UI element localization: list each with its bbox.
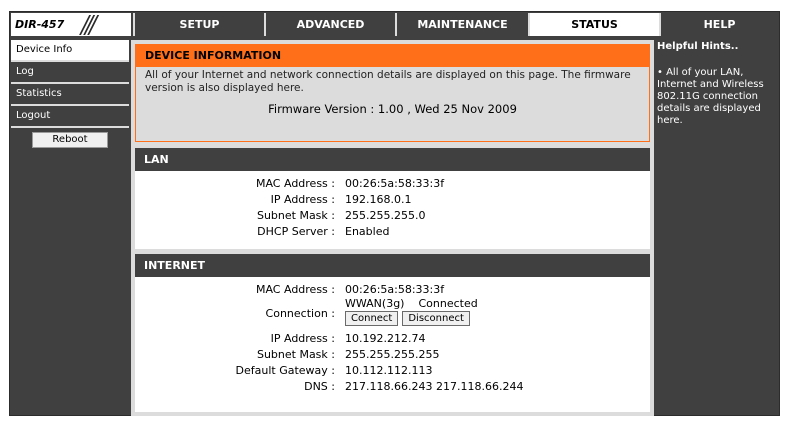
internet-row-gateway: Default Gateway : 10.112.112.113 (135, 363, 650, 379)
lan-row-subnet: Subnet Mask : 255.255.255.0 (135, 208, 650, 224)
internet-row-dns: DNS : 217.118.66.243 217.118.66.244 (135, 379, 650, 395)
internet-subnet-label: Subnet Mask : (256, 348, 335, 361)
internet-ip-value: 10.192.212.74 (345, 332, 426, 345)
internet-dns-label: DNS : (304, 380, 335, 393)
main-content: DEVICE INFORMATION All of your Internet … (131, 40, 654, 416)
sidebar-item-statistics[interactable]: Statistics (11, 84, 129, 106)
lan-subnet-value: 255.255.255.0 (345, 209, 426, 222)
connection-type: WWAN(3g) (345, 297, 405, 310)
sidebar: Device Info Log Statistics Logout Reboot (11, 40, 129, 148)
hints-title: Helpful Hints.. (657, 41, 739, 52)
sidebar-item-device-info[interactable]: Device Info (11, 40, 129, 62)
device-information-description: All of your Internet and network connect… (145, 69, 631, 94)
router-admin-frame: DIR-457 /// SETUP ADVANCED MAINTENANCE S… (9, 11, 780, 416)
connection-status: Connected (418, 297, 478, 310)
internet-title: INTERNET (135, 254, 650, 277)
lan-row-ip: IP Address : 192.168.0.1 (135, 192, 650, 208)
internet-subnet-value: 255.255.255.255 (345, 348, 440, 361)
firmware-version: Firmware Version : 1.00 , Wed 25 Nov 200… (268, 102, 517, 116)
device-information-title: DEVICE INFORMATION (136, 45, 649, 67)
tab-maintenance[interactable]: MAINTENANCE (395, 13, 528, 36)
lan-panel: LAN MAC Address : 00:26:5a:58:33:3f IP A… (135, 148, 650, 249)
lan-row-mac: MAC Address : 00:26:5a:58:33:3f (135, 176, 650, 192)
internet-connection-label: Connection : (265, 307, 335, 320)
disconnect-button[interactable]: Disconnect (402, 311, 470, 326)
tab-status[interactable]: STATUS (528, 13, 659, 36)
brand-logo: DIR-457 /// (11, 13, 131, 36)
internet-row-mac: MAC Address : 00:26:5a:58:33:3f (135, 282, 650, 298)
tab-advanced[interactable]: ADVANCED (264, 13, 395, 36)
device-information-panel: DEVICE INFORMATION All of your Internet … (135, 44, 650, 142)
lan-mac-label: MAC Address : (255, 177, 335, 190)
internet-gateway-value: 10.112.112.113 (345, 364, 433, 377)
lan-row-dhcp: DHCP Server : Enabled (135, 224, 650, 240)
helpful-hints-panel: Helpful Hints.. • All of your LAN, Inter… (656, 40, 779, 416)
sidebar-item-logout[interactable]: Logout (11, 106, 129, 128)
internet-row-ip: IP Address : 10.192.212.74 (135, 331, 650, 347)
tab-setup[interactable]: SETUP (133, 13, 264, 36)
top-tab-bar: SETUP ADVANCED MAINTENANCE STATUS HELP (133, 13, 778, 36)
internet-mac-value: 00:26:5a:58:33:3f (345, 283, 445, 296)
lan-dhcp-label: DHCP Server : (257, 225, 335, 238)
internet-gateway-label: Default Gateway : (235, 364, 335, 377)
lan-ip-label: IP Address : (270, 193, 335, 206)
internet-row-subnet: Subnet Mask : 255.255.255.255 (135, 347, 650, 363)
connect-button[interactable]: Connect (345, 311, 399, 326)
lan-dhcp-value: Enabled (345, 225, 390, 238)
sidebar-item-log[interactable]: Log (11, 62, 129, 84)
internet-ip-label: IP Address : (270, 332, 335, 345)
internet-connection-value: WWAN(3g) Connected Connect Disconnect (345, 297, 478, 326)
tab-help[interactable]: HELP (659, 13, 778, 36)
lan-subnet-label: Subnet Mask : (256, 209, 335, 222)
lan-mac-value: 00:26:5a:58:33:3f (345, 177, 445, 190)
internet-dns-value: 217.118.66.243 217.118.66.244 (345, 380, 524, 393)
logo-slashes-icon: /// (81, 13, 97, 36)
lan-title: LAN (135, 148, 650, 171)
hints-text: • All of your LAN, Internet and Wireless… (657, 67, 764, 126)
internet-row-connection: Connection : WWAN(3g) Connected Connect D… (135, 297, 650, 330)
reboot-button[interactable]: Reboot (32, 132, 108, 148)
internet-panel: INTERNET MAC Address : 00:26:5a:58:33:3f… (135, 254, 650, 412)
lan-ip-value: 192.168.0.1 (345, 193, 412, 206)
model-name: DIR-457 (15, 18, 65, 31)
internet-mac-label: MAC Address : (255, 283, 335, 296)
